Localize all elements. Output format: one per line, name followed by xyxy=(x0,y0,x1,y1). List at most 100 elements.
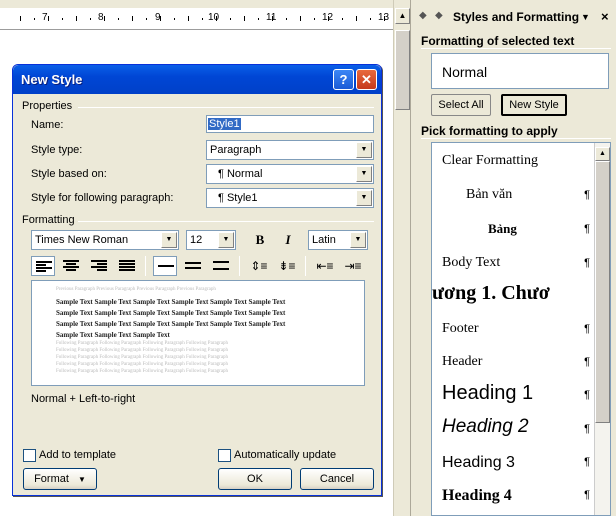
style-list[interactable]: Clear Formatting Bản văn ¶ Bảng ¶ Body T… xyxy=(431,142,611,516)
format-button-label: Format xyxy=(34,473,69,485)
decrease-indent-button[interactable]: ⇤≡ xyxy=(313,256,337,276)
chevron-down-icon[interactable]: ▼ xyxy=(218,232,234,248)
decrease-paragraph-spacing-button[interactable]: ⇟≡ xyxy=(275,256,299,276)
single-spacing-button[interactable] xyxy=(153,256,177,276)
close-button[interactable]: ✕ xyxy=(356,69,377,90)
ruler-tick xyxy=(48,16,49,21)
style-item-bang[interactable]: Bảng ¶ xyxy=(432,215,594,245)
style-item-header[interactable]: Header ¶ xyxy=(432,348,594,378)
cancel-button[interactable]: Cancel xyxy=(300,468,374,490)
align-center-button[interactable] xyxy=(59,256,83,276)
ruler-tick xyxy=(342,18,343,20)
section-title-selected-text: Formatting of selected text xyxy=(421,34,575,48)
toolbar-separator xyxy=(239,256,240,276)
formatting-group-label: Formatting xyxy=(22,214,75,226)
add-to-template-checkbox[interactable] xyxy=(23,449,36,462)
preview-following-paragraph: Following Paragraph Following Paragraph … xyxy=(56,348,229,353)
chevron-down-icon[interactable]: ▼ xyxy=(356,166,372,182)
divider xyxy=(421,48,611,49)
pilcrow-icon: ¶ xyxy=(584,389,590,401)
chevron-down-icon[interactable]: ▼ xyxy=(161,232,177,248)
style-type-select[interactable]: Paragraph ▼ xyxy=(206,140,374,160)
pilcrow-icon: ¶ xyxy=(584,356,590,368)
script-select[interactable]: Latin ▼ xyxy=(308,230,368,250)
toolbar-separator xyxy=(145,256,146,276)
format-button[interactable]: Format ▼ xyxy=(23,468,97,490)
ruler-tick xyxy=(328,16,329,21)
increase-paragraph-spacing-button[interactable]: ⇕≡ xyxy=(247,256,271,276)
style-list-scrollbar[interactable]: ▲ xyxy=(594,143,610,515)
auto-update-checkbox[interactable] xyxy=(218,449,231,462)
double-spacing-icon xyxy=(213,261,229,273)
increase-indent-button[interactable]: ⇥≡ xyxy=(341,256,365,276)
add-to-template-label[interactable]: Add to template xyxy=(39,449,116,461)
ruler-tick xyxy=(216,16,217,21)
chevron-down-icon[interactable]: ▼ xyxy=(581,12,590,22)
align-center-icon xyxy=(63,260,79,272)
style-item-heading-2[interactable]: Heading 2 ¶ xyxy=(432,413,594,447)
chevron-down-icon[interactable]: ▼ xyxy=(356,142,372,158)
close-icon[interactable]: × xyxy=(601,9,609,24)
ruler-tick xyxy=(286,18,287,20)
scroll-thumb[interactable] xyxy=(395,30,410,110)
horizontal-ruler[interactable]: 7 8 9 10 11 12 13 xyxy=(0,8,393,30)
style-item-heading-4[interactable]: Heading 4 ¶ xyxy=(432,481,594,511)
task-pane-title[interactable]: Styles and Formatting xyxy=(453,10,579,24)
italic-button[interactable]: I xyxy=(276,230,300,250)
double-spacing-button[interactable] xyxy=(209,256,233,276)
style-item-ban-van[interactable]: Bản văn ¶ xyxy=(432,181,594,211)
style-item-heading-3[interactable]: Heading 3 ¶ xyxy=(432,448,594,478)
dialog-titlebar[interactable]: New Style ? ✕ xyxy=(13,65,381,94)
ruler-tick xyxy=(90,18,91,20)
name-label: Name: xyxy=(31,119,64,131)
select-all-button[interactable]: Select All xyxy=(431,94,491,116)
toolbar-strip xyxy=(0,0,393,8)
auto-update-label[interactable]: Automatically update xyxy=(234,449,336,461)
bold-button[interactable]: B xyxy=(248,230,272,250)
font-size-value: 12 xyxy=(190,234,203,246)
pilcrow-icon: ¶ xyxy=(584,456,590,468)
style-item-heading-1[interactable]: Heading 1 ¶ xyxy=(432,379,594,413)
font-select[interactable]: Times New Roman ▼ xyxy=(31,230,179,250)
pilcrow-icon: ¶ xyxy=(584,223,590,235)
ruler-tick xyxy=(188,16,189,21)
align-right-button[interactable] xyxy=(87,256,111,276)
ruler-tick xyxy=(34,18,35,20)
current-style-box[interactable]: Normal xyxy=(431,53,609,89)
pilcrow-icon: ¶ xyxy=(584,423,590,435)
style-item-body-text[interactable]: Body Text ¶ xyxy=(432,249,594,279)
ruler-tick xyxy=(300,16,301,21)
forward-arrow-icon[interactable]: ◆ xyxy=(435,10,443,21)
new-style-button[interactable]: New Style xyxy=(501,94,567,116)
back-arrow-icon[interactable]: ◆ xyxy=(419,10,427,21)
scroll-up-icon[interactable]: ▲ xyxy=(595,147,610,161)
ok-button[interactable]: OK xyxy=(218,468,292,490)
ruler-tick xyxy=(76,16,77,21)
preview-sample-text: Sample Text Sample Text Sample Text Samp… xyxy=(56,298,286,306)
justify-button[interactable] xyxy=(115,256,139,276)
based-on-select[interactable]: ¶ Normal ▼ xyxy=(206,164,374,184)
ruler-tick xyxy=(258,18,259,20)
based-on-value: ¶ Normal xyxy=(218,168,263,180)
script-value: Latin xyxy=(312,234,336,246)
style-item-label: Heading 1 xyxy=(442,382,534,404)
help-button[interactable]: ? xyxy=(333,69,354,90)
name-input[interactable]: Style1 xyxy=(206,115,374,133)
chevron-down-icon[interactable]: ▼ xyxy=(350,232,366,248)
ruler-tick xyxy=(132,16,133,21)
ruler-tick xyxy=(104,16,105,21)
scroll-thumb[interactable] xyxy=(595,161,610,423)
chevron-down-icon[interactable]: ▼ xyxy=(356,190,372,206)
name-input-value: Style1 xyxy=(208,118,241,130)
style-item-clear-formatting[interactable]: Clear Formatting xyxy=(432,147,594,177)
document-scrollbar[interactable]: ▲ xyxy=(393,0,410,516)
style-type-value: Paragraph xyxy=(210,144,262,156)
scroll-up-icon[interactable]: ▲ xyxy=(395,8,410,24)
one-half-spacing-button[interactable] xyxy=(181,256,205,276)
style-preview: Previous Paragraph Previous Paragraph Pr… xyxy=(31,280,365,386)
following-style-select[interactable]: ¶ Style1 ▼ xyxy=(206,188,374,208)
style-item-chuong[interactable]: ương 1. Chươ xyxy=(432,279,594,313)
style-item-footer[interactable]: Footer ¶ xyxy=(432,315,594,345)
font-size-select[interactable]: 12 ▼ xyxy=(186,230,236,250)
align-left-button[interactable] xyxy=(31,256,55,276)
